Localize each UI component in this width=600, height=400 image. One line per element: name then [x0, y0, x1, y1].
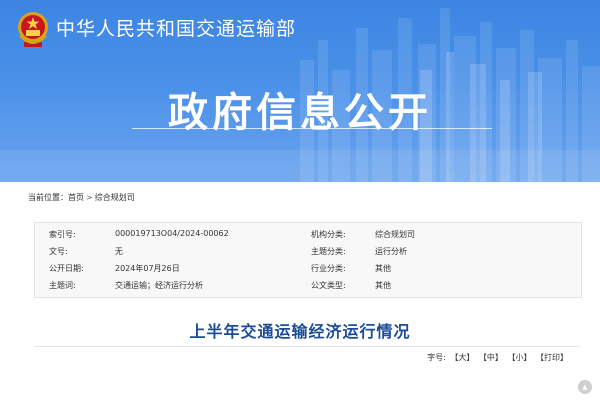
- document-number-label: 文号:: [49, 247, 68, 256]
- agency-category-value: 综合规划司: [375, 230, 415, 239]
- publish-date-value: 2024年07月26日: [115, 264, 180, 273]
- index-number-value: 000019713O04/2024-00062: [115, 229, 229, 238]
- keywords-label: 主题词:: [49, 281, 76, 290]
- metadata-row: 索引号: 000019713O04/2024-00062 机构分类: 综合规划司: [35, 225, 581, 242]
- document-type-label: 公文类型:: [311, 281, 346, 290]
- breadcrumb-home-link[interactable]: 首页: [68, 193, 84, 202]
- breadcrumb-department-link[interactable]: 综合规划司: [95, 193, 135, 202]
- publish-date-label: 公开日期:: [49, 264, 84, 273]
- industry-category-label: 行业分类:: [311, 264, 346, 273]
- breadcrumb-label: 当前位置：: [28, 193, 68, 202]
- national-emblem-icon: [18, 12, 48, 47]
- main-content: 当前位置：首页 > 综合规划司 索引号: 000019713O04/2024-000…: [10, 182, 590, 400]
- subject-category-value: 运行分析: [375, 247, 407, 256]
- site-name[interactable]: 中华人民共和国交通运输部: [56, 14, 296, 41]
- font-size-large-button[interactable]: 【大】: [450, 353, 474, 362]
- font-size-label: 字号:: [427, 353, 446, 362]
- font-size-medium-button[interactable]: 【中】: [479, 353, 503, 362]
- metadata-row: 公开日期: 2024年07月26日 行业分类: 其他: [35, 259, 581, 276]
- agency-category-label: 机构分类:: [311, 230, 346, 239]
- document-type-value: 其他: [375, 281, 391, 290]
- article-title: 上半年交通运输经济运行情况: [189, 322, 411, 341]
- breadcrumb: 当前位置：首页 > 综合规划司: [28, 192, 135, 203]
- breadcrumb-separator: >: [86, 193, 93, 202]
- back-to-top-icon[interactable]: ▲: [578, 380, 592, 394]
- font-size-controls: 字号: 【大】 【中】 【小】 【打印】: [427, 352, 568, 363]
- keywords-value: 交通运输；经济运行分析: [115, 281, 203, 290]
- industry-category-value: 其他: [375, 264, 391, 273]
- banner-divider: [132, 128, 492, 129]
- document-metadata-table: 索引号: 000019713O04/2024-00062 机构分类: 综合规划司…: [34, 222, 582, 298]
- metadata-row: 文号: 无 主题分类: 运行分析: [35, 242, 581, 259]
- font-size-small-button[interactable]: 【小】: [507, 353, 531, 362]
- metadata-row: 主题词: 交通运输；经济运行分析 公文类型: 其他: [35, 276, 581, 293]
- index-number-label: 索引号:: [49, 230, 76, 239]
- document-number-value: 无: [115, 247, 123, 256]
- banner-title: 政府信息公开: [168, 90, 432, 136]
- print-button[interactable]: 【打印】: [536, 353, 568, 362]
- title-divider: [34, 346, 580, 347]
- subject-category-label: 主题分类:: [311, 247, 346, 256]
- page-header: 中华人民共和国交通运输部 政府信息公开: [0, 0, 600, 182]
